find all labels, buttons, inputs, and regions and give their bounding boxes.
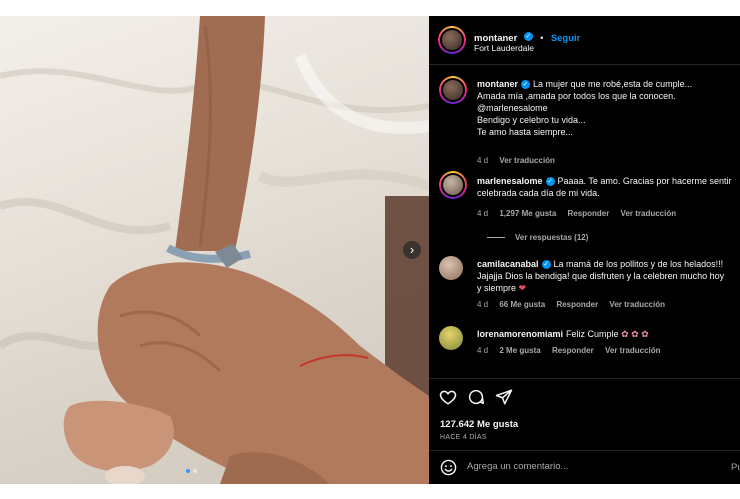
post-actions: 127.642 Me gusta HACE 4 DÍAS (429, 378, 740, 448)
comment-likes[interactable]: 2 Me gusta (499, 346, 540, 355)
caption-username[interactable]: montaner (477, 79, 518, 89)
commenter-username[interactable]: marlenesalome (477, 176, 543, 186)
comment-line: Paaaa. Te amo. Gracias por hacerme senti… (557, 176, 732, 186)
reply-button[interactable]: Responder (568, 209, 610, 218)
follow-button[interactable]: Seguir (551, 33, 581, 44)
comment-item: lorenamorenomiami Feliz Cumple ✿ ✿ ✿ 4 d … (439, 326, 739, 376)
caption-line: La mujer que me robé,esta de cumple... (533, 79, 693, 89)
post-side-panel: montaner ✓ • Seguir Fort Lauderdale mont… (429, 16, 740, 484)
commenter-avatar[interactable] (439, 171, 467, 199)
post-location[interactable]: Fort Lauderdale (474, 43, 534, 53)
comment-time: 4 d (477, 346, 489, 355)
post-header: montaner ✓ • Seguir Fort Lauderdale (429, 16, 740, 65)
verified-icon: ✓ (541, 260, 551, 270)
caption-item: montaner ✓ La mujer que me robé,esta de cu… (439, 76, 739, 176)
carousel-dot (193, 469, 197, 473)
red-heart-emoji: ❤ (518, 283, 527, 293)
caption-line: Bendigo y celebro tu vida... (477, 115, 586, 125)
share-icon[interactable] (495, 388, 513, 406)
comment-likes[interactable]: 66 Me gusta (499, 300, 545, 309)
comment-likes[interactable]: 1,297 Me gusta (499, 209, 556, 218)
caption-line: Te amo hasta siempre... (477, 127, 574, 137)
comment-item: camilacanabal ✓ La mamá de los pollitos y … (439, 256, 739, 326)
caption-meta: 4 d Ver traducción (477, 156, 564, 165)
heart-icon[interactable] (439, 388, 457, 406)
see-translation-button[interactable]: Ver traducción (609, 300, 665, 309)
verified-icon: ✓ (523, 32, 533, 42)
comment-meta: 4 d 66 Me gusta Responder Ver traducción (477, 300, 674, 309)
commenter-username[interactable]: lorenamorenomiami (477, 329, 563, 339)
comment-time: 4 d (477, 300, 489, 309)
comment-meta: 4 d 2 Me gusta Responder Ver traducción (477, 346, 670, 355)
verified-icon: ✓ (545, 177, 555, 187)
comment-line: Feliz Cumple (566, 329, 619, 339)
see-translation-button[interactable]: Ver traducción (621, 209, 677, 218)
comments-list[interactable]: montaner ✓ La mujer que me robé,esta de cu… (429, 66, 740, 378)
caption-avatar[interactable] (439, 76, 467, 104)
flower-emoji: ✿ ✿ ✿ (621, 329, 649, 339)
reply-button[interactable]: Responder (552, 346, 594, 355)
comment-text: lorenamorenomiami Feliz Cumple ✿ ✿ ✿ (477, 328, 649, 340)
caption-time: 4 d (477, 156, 489, 165)
comment-composer: Pu (429, 450, 740, 484)
emoji-icon[interactable] (440, 459, 457, 481)
view-replies-button[interactable]: Ver respuestas (12) (487, 233, 588, 242)
like-count[interactable]: 127.642 Me gusta (440, 419, 518, 430)
commenter-avatar[interactable] (439, 326, 463, 350)
post-comment-button[interactable]: Pu (731, 462, 740, 473)
comment-text: camilacanabal ✓ La mamá de los pollitos y … (477, 258, 724, 294)
comment-icon[interactable] (467, 388, 485, 406)
comment-line: La mamá de los pollitos y de los helados… (553, 259, 724, 269)
see-translation-button[interactable]: Ver traducción (605, 346, 661, 355)
verified-icon: ✓ (521, 80, 531, 90)
comment-line: Jajajja Dios la bendiga! que disfruten y… (477, 271, 725, 281)
comment-meta: 4 d 1,297 Me gusta Responder Ver traducc… (477, 209, 685, 218)
mention-link[interactable]: @marlenesalome (477, 103, 548, 113)
caption-line: Amada mía ,amada por todos los que la co… (477, 91, 676, 101)
caption-text: montaner ✓ La mujer que me robé,esta de cu… (477, 78, 692, 138)
post-photo: › (0, 16, 429, 484)
comment-item: marlenesalome ✓ Paaaa. Te amo. Gracias por… (439, 171, 739, 261)
next-photo-button[interactable]: › (403, 241, 421, 259)
separator-dot: • (540, 33, 544, 43)
carousel-dot-active (186, 469, 190, 473)
carousel-indicator (186, 469, 197, 473)
hands-illustration (0, 16, 429, 484)
chevron-right-icon: › (409, 242, 415, 257)
author-avatar[interactable] (438, 26, 466, 54)
see-translation-button[interactable]: Ver traducción (499, 156, 555, 165)
commenter-avatar[interactable] (439, 256, 463, 280)
post-age: HACE 4 DÍAS (440, 434, 487, 441)
comment-input[interactable] (467, 461, 717, 472)
reply-button[interactable]: Responder (556, 300, 598, 309)
commenter-username[interactable]: camilacanabal (477, 259, 539, 269)
comment-text: marlenesalome ✓ Paaaa. Te amo. Gracias por… (477, 175, 731, 199)
comment-line: celebrada cada día de mi vida. (477, 188, 600, 198)
instagram-post-modal: › montaner ✓ • Seguir Fort Lauderdale mo… (0, 16, 740, 484)
comment-line: y siempre (477, 283, 517, 293)
comment-time: 4 d (477, 209, 489, 218)
